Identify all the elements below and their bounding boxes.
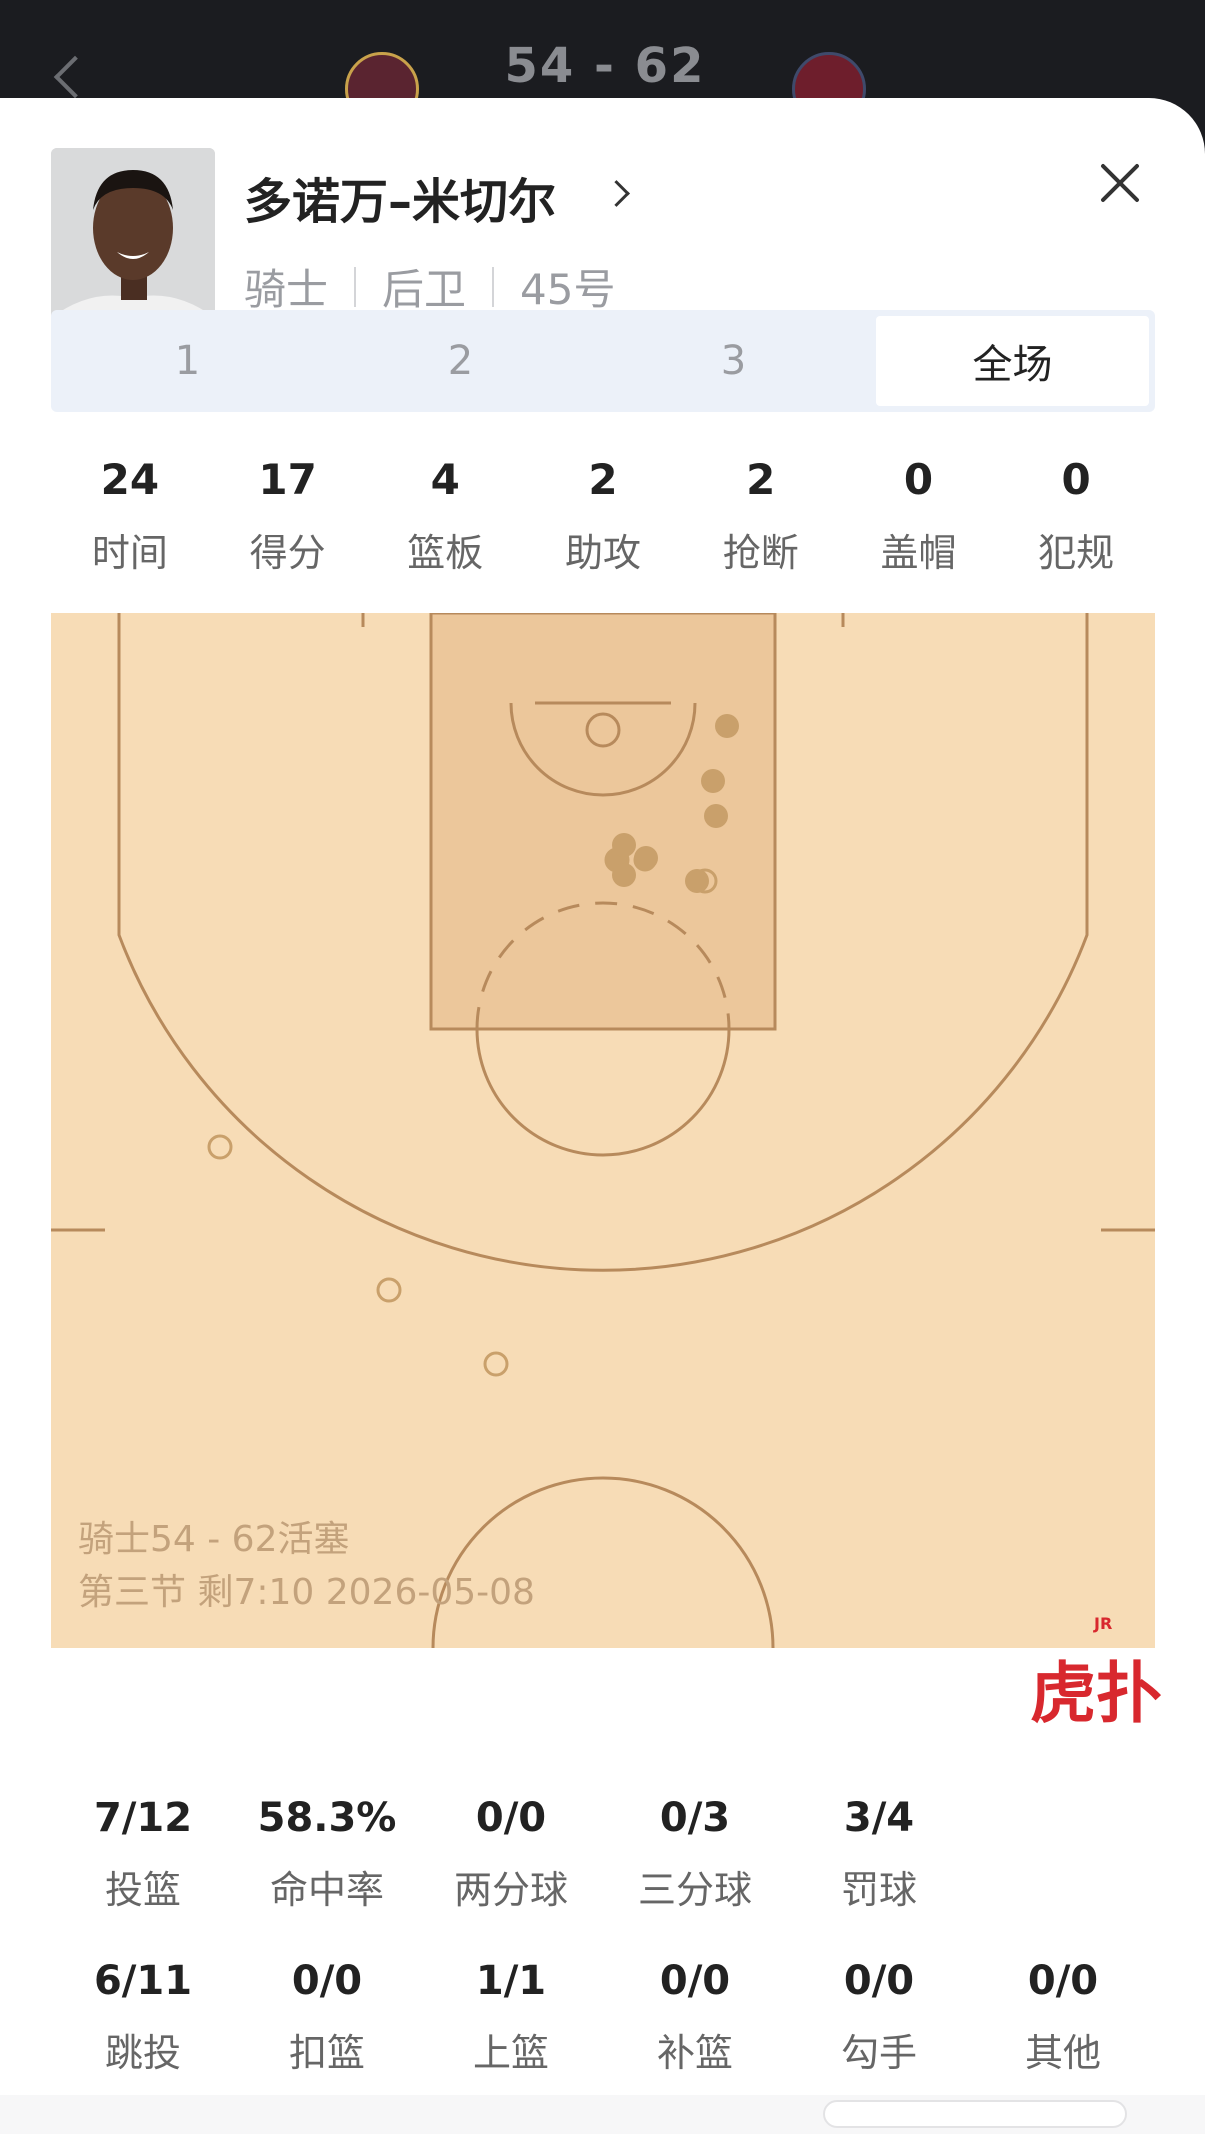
stat-label: 时间 — [91, 531, 168, 575]
made-shot — [634, 846, 658, 870]
stat-value: 0 — [1061, 455, 1091, 504]
made-shot — [704, 804, 728, 828]
stat-value: 2 — [588, 455, 618, 504]
stat-value: 0/0 — [1027, 1958, 1099, 2004]
stat-fg-percentage: 58.3% 命中率 — [235, 1795, 419, 1914]
stat-value: 17 — [258, 455, 317, 504]
stat-minutes: 24 时间 — [51, 455, 209, 577]
stat-three-pointers: 0/3 三分球 — [603, 1795, 787, 1914]
stat-label: 三分球 — [637, 1868, 752, 1912]
stat-label: 盖帽 — [880, 531, 957, 575]
stat-putbacks: 0/0 补篮 — [603, 1958, 787, 2077]
player-team: 骑士 — [244, 265, 329, 314]
stat-dunks: 0/0 扣篮 — [235, 1958, 419, 2077]
divider — [354, 266, 357, 307]
divider — [492, 266, 495, 307]
stat-steals: 2 抢断 — [682, 455, 840, 577]
stat-points: 17 得分 — [209, 455, 367, 577]
stat-value: 3/4 — [843, 1795, 915, 1841]
shot-chart-court — [51, 613, 1155, 1648]
stat-label: 上篮 — [472, 2031, 549, 2075]
player-number: 45号 — [520, 265, 616, 314]
stat-free-throws: 3/4 罚球 — [787, 1795, 971, 1914]
stat-value: 6/11 — [93, 1958, 193, 2004]
stat-label: 跳投 — [104, 2031, 181, 2075]
stat-label: 得分 — [249, 531, 326, 575]
made-shot — [715, 714, 739, 738]
stat-other-shots: 0/0 其他 — [971, 1958, 1155, 2077]
summary-stats: 24 时间 17 得分 4 篮板 2 助攻 2 抢断 0 盖帽 0 犯规 — [51, 455, 1155, 577]
chevron-right-icon[interactable] — [603, 180, 630, 207]
tab-period-2[interactable]: 2 — [324, 310, 597, 412]
stat-hook-shots: 0/0 勾手 — [787, 1958, 971, 2077]
stat-blocks: 0 盖帽 — [840, 455, 998, 577]
stat-fouls: 0 犯规 — [997, 455, 1155, 577]
stat-value: 24 — [100, 455, 160, 504]
top-bar: 54 - 62 — [0, 0, 1205, 126]
hupu-logo: 虎扑 — [1030, 1654, 1162, 1732]
stat-label: 篮板 — [407, 531, 484, 575]
stat-two-pointers: 0/0 两分球 — [419, 1795, 603, 1914]
stat-label: 扣篮 — [288, 2031, 365, 2075]
stat-value: 0/3 — [659, 1795, 731, 1841]
stat-rebounds: 4 篮板 — [366, 455, 524, 577]
stat-label: 命中率 — [269, 1868, 384, 1912]
stat-label: 抢断 — [722, 531, 799, 575]
stat-value: 0/0 — [659, 1958, 731, 2004]
tab-period-1[interactable]: 1 — [51, 310, 324, 412]
stat-layups: 1/1 上篮 — [419, 1958, 603, 2077]
made-shot — [612, 863, 636, 887]
game-score: 54 - 62 — [504, 38, 706, 94]
stat-value: 7/12 — [93, 1795, 193, 1841]
made-shot — [612, 833, 636, 857]
stat-label: 补篮 — [656, 2031, 733, 2075]
player-meta: 骑士 后卫 45号 — [244, 256, 615, 317]
stat-value: 4 — [430, 455, 460, 504]
stat-value: 0 — [903, 455, 934, 504]
stat-value: 1/1 — [475, 1958, 547, 2004]
player-name[interactable]: 多诺万–米切尔 — [244, 162, 556, 232]
tab-full-game[interactable]: 全场 — [876, 316, 1149, 406]
stat-assists: 2 助攻 — [524, 455, 682, 577]
stat-value: 0/0 — [475, 1795, 547, 1841]
stat-label: 勾手 — [840, 2031, 917, 2075]
period-tabs: 1 2 3 全场 — [51, 310, 1155, 412]
game-time-caption: 第三节 剩7:10 2026-05-08 — [78, 1572, 535, 1613]
game-result-caption: 骑士54 - 62活塞 — [78, 1519, 350, 1560]
stat-label: 投篮 — [104, 1868, 181, 1912]
stat-label: 助攻 — [565, 531, 642, 575]
shot-stats-row-1: 7/12 投篮 58.3% 命中率 0/0 两分球 0/3 三分球 3/4 罚球 — [51, 1795, 1155, 1914]
stat-jump-shots: 6/11 跳投 — [51, 1958, 235, 2077]
stat-value: 58.3% — [257, 1795, 397, 1841]
stat-label: 两分球 — [453, 1868, 568, 1912]
tab-period-3[interactable]: 3 — [597, 310, 870, 412]
stat-field-goals: 7/12 投篮 — [51, 1795, 235, 1914]
stat-value: 0/0 — [843, 1958, 915, 2004]
stat-value: 0/0 — [291, 1958, 363, 2004]
stat-label: 罚球 — [840, 1868, 917, 1912]
shot-stats-row-2: 6/11 跳投 0/0 扣篮 1/1 上篮 0/0 补篮 0/0 勾手 0/0 其他 — [51, 1958, 1155, 2077]
home-indicator[interactable] — [823, 2100, 1127, 2128]
brand-jr-badge: JR — [1094, 1614, 1113, 1633]
back-icon[interactable] — [53, 55, 97, 99]
stat-label: 其他 — [1024, 2031, 1101, 2075]
player-position: 后卫 — [382, 265, 467, 314]
close-icon[interactable] — [1090, 153, 1150, 213]
stat-value: 2 — [746, 455, 776, 504]
made-shot — [701, 769, 725, 793]
stat-label: 犯规 — [1038, 531, 1115, 575]
